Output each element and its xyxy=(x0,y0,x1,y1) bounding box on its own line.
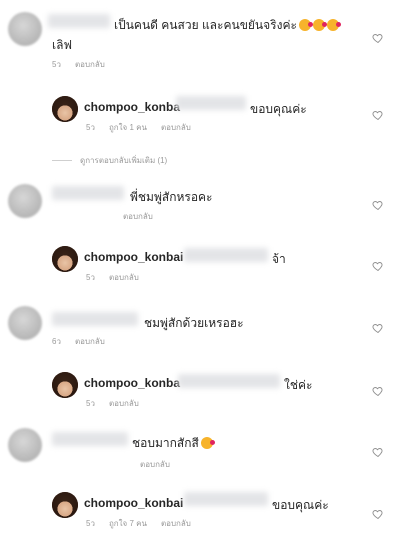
comment-meta: 6ว ตอบกลับ xyxy=(52,335,119,348)
comment-meta: 5ว ตอบกลับ xyxy=(86,397,153,410)
blurred-username xyxy=(52,312,138,326)
timestamp: 5ว xyxy=(52,60,61,69)
comment-text: ขอบคุณค่ะ xyxy=(250,102,307,116)
avatar[interactable] xyxy=(8,184,42,218)
kiss-emoji-icon xyxy=(298,19,313,31)
blurred-username xyxy=(48,14,110,28)
timestamp: 5ว xyxy=(86,273,95,282)
comment-meta: 5ว ตอบกลับ xyxy=(52,58,119,71)
reply-button[interactable]: ตอบกลับ xyxy=(161,519,191,528)
reply-button[interactable]: ตอบกลับ xyxy=(109,399,139,408)
username[interactable]: chompoo_konbai xyxy=(84,250,183,264)
like-heart-icon[interactable] xyxy=(372,199,384,211)
view-more-replies[interactable]: ดูการตอบกลับเพิ่มเติม (1) xyxy=(52,154,167,167)
comment-text: พี่ชมพู่สักหรอคะ xyxy=(130,190,213,204)
comment-text: เป็นคนดี คนสวย และคนขยันจริงค่ะ xyxy=(114,16,341,35)
like-heart-icon[interactable] xyxy=(372,446,384,458)
reply-button[interactable]: ตอบกลับ xyxy=(123,212,153,221)
kiss-emoji-icon xyxy=(312,19,327,31)
comment-text: ชมพู่สักด้วยเหรอฮะ xyxy=(144,316,244,330)
avatar[interactable] xyxy=(8,12,42,46)
timestamp: 5ว xyxy=(86,519,95,528)
username[interactable]: chompoo_konbai xyxy=(84,496,183,510)
comment-meta: 5ว ตอบกลับ xyxy=(86,271,153,284)
comment-meta: 5ว ถูกใจ 1 คน ตอบกลับ xyxy=(86,121,205,134)
blurred-text xyxy=(184,492,268,506)
like-heart-icon[interactable] xyxy=(372,109,384,121)
likes-count[interactable]: ถูกใจ 1 คน xyxy=(109,123,147,132)
blurred-text xyxy=(184,248,268,262)
blurred-text xyxy=(178,374,280,388)
comment-text: ชอบมากสักสี xyxy=(132,434,215,453)
likes-count[interactable]: ถูกใจ 7 คน xyxy=(109,519,147,528)
timestamp: 5ว xyxy=(86,399,95,408)
kiss-emoji-icon xyxy=(200,437,215,449)
avatar[interactable] xyxy=(52,246,78,272)
comment-text-line2: เลิฟ xyxy=(52,38,72,52)
reply-button[interactable]: ตอบกลับ xyxy=(140,460,170,469)
reply-button[interactable]: ตอบกลับ xyxy=(75,60,105,69)
reply-button[interactable]: ตอบกลับ xyxy=(161,123,191,132)
timestamp: 6ว xyxy=(52,337,61,346)
avatar[interactable] xyxy=(52,492,78,518)
reply-button[interactable]: ตอบกลับ xyxy=(75,337,105,346)
like-heart-icon[interactable] xyxy=(372,508,384,520)
comment-meta: ตอบกลับ xyxy=(52,458,184,471)
timestamp: 5ว xyxy=(86,123,95,132)
comment-text: จ้า xyxy=(272,252,286,266)
like-heart-icon[interactable] xyxy=(372,260,384,272)
blurred-text xyxy=(176,96,246,110)
like-heart-icon[interactable] xyxy=(372,322,384,334)
blurred-username xyxy=(52,432,128,446)
comment-meta: 5วตอบกลับ xyxy=(52,210,167,223)
divider xyxy=(52,160,72,162)
comment-text: ขอบคุณค่ะ xyxy=(272,498,329,512)
like-heart-icon[interactable] xyxy=(372,32,384,44)
avatar[interactable] xyxy=(52,372,78,398)
blurred-username xyxy=(52,186,124,200)
like-heart-icon[interactable] xyxy=(372,385,384,397)
avatar[interactable] xyxy=(52,96,78,122)
kiss-emoji-icon xyxy=(326,19,341,31)
reply-button[interactable]: ตอบกลับ xyxy=(109,273,139,282)
username[interactable]: chompoo_konba xyxy=(84,376,180,390)
comment-meta: 5ว ถูกใจ 7 คน ตอบกลับ xyxy=(86,517,205,530)
username[interactable]: chompoo_konba xyxy=(84,100,180,114)
avatar[interactable] xyxy=(8,428,42,462)
avatar[interactable] xyxy=(8,306,42,340)
comment-text: ใช่ค่ะ xyxy=(284,378,313,392)
